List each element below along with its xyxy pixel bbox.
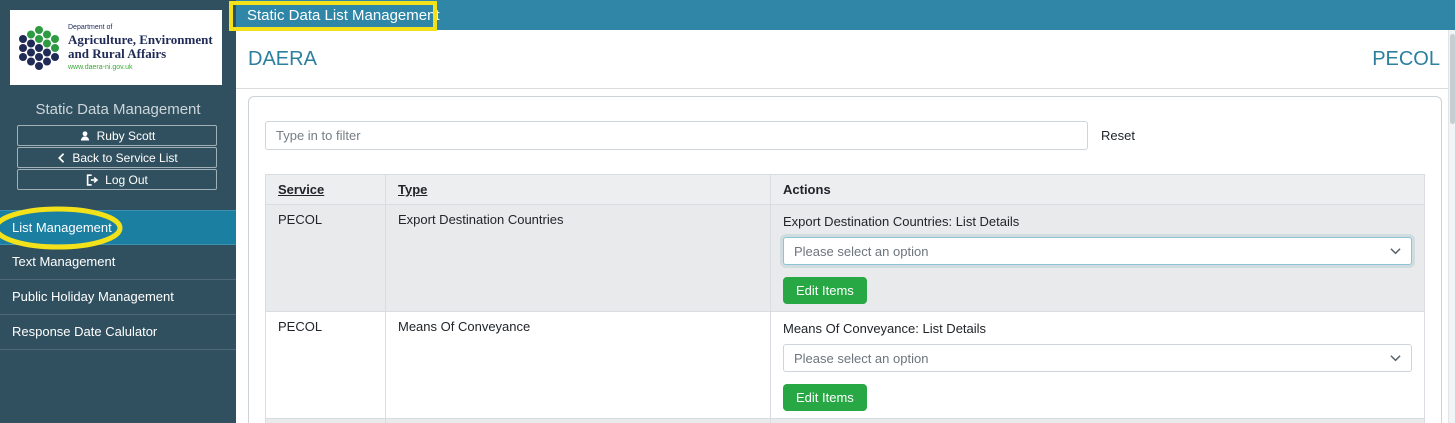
content-area: Reset Service Type Actions PECOL Export … xyxy=(236,89,1455,423)
table-row: PECOL Means Of Conveyance Means Of Conve… xyxy=(265,311,1425,419)
user-button-label: Ruby Scott xyxy=(96,128,156,143)
table-row: PECOL Export Destination Countries Expor… xyxy=(265,204,1425,312)
back-button-label: Back to Service List xyxy=(72,150,178,165)
scrollbar-thumb[interactable] xyxy=(1450,34,1455,124)
daera-logo: Department of Agriculture, Environment a… xyxy=(10,10,222,85)
type-cell: Export Destination Countries xyxy=(385,204,771,312)
service-cell: PECOL xyxy=(265,204,386,312)
logo-url: www.daera-ni.gov.uk xyxy=(68,63,133,71)
reset-button[interactable]: Reset xyxy=(1101,128,1135,143)
logo-name-line1: Agriculture, Environment xyxy=(68,32,213,48)
daera-dots-logo-icon xyxy=(19,25,59,70)
topbar: Static Data List Management xyxy=(236,0,1455,30)
table-header-row: Service Type Actions xyxy=(265,174,1425,205)
filter-input[interactable] xyxy=(265,121,1088,150)
sidebar-item-list-management[interactable]: List Management xyxy=(0,210,236,245)
sidebar-item-public-holiday-management[interactable]: Public Holiday Management xyxy=(0,280,236,315)
chevron-down-icon xyxy=(1390,248,1401,255)
logout-button-label: Log Out xyxy=(105,172,148,187)
brand-daera[interactable]: DAERA xyxy=(248,48,317,71)
service-name: PECOL xyxy=(1372,47,1440,70)
sidebar-title: Static Data Management xyxy=(35,101,201,118)
logo-name-line2: and Rural Affairs xyxy=(68,46,167,61)
static-data-list-table: Service Type Actions PECOL Export Destin… xyxy=(265,174,1425,423)
user-button[interactable]: Ruby Scott xyxy=(17,125,217,146)
logo-department-of: Department of xyxy=(68,24,113,32)
column-header-actions: Actions xyxy=(783,182,831,197)
list-details-select[interactable]: Please select an option xyxy=(783,344,1412,372)
sidebar-item-response-date-calulator[interactable]: Response Date Calulator xyxy=(0,315,236,350)
list-details-label: Export Destination Countries: List Detai… xyxy=(783,214,1020,229)
user-icon xyxy=(80,130,89,140)
vertical-scrollbar[interactable] xyxy=(1448,30,1455,423)
list-management-card: Reset Service Type Actions PECOL Export … xyxy=(248,96,1442,423)
edit-items-button[interactable]: Edit Items xyxy=(783,384,867,411)
service-cell: PECOL xyxy=(265,311,386,419)
column-header-service[interactable]: Service xyxy=(278,182,324,197)
edit-items-button[interactable]: Edit Items xyxy=(783,277,867,304)
table-row-partial xyxy=(265,418,1425,423)
sidebar-menu: List Management Text Management Public H… xyxy=(0,210,236,350)
sidebar-item-text-management[interactable]: Text Management xyxy=(0,245,236,280)
page-header: DAERA PECOL xyxy=(236,30,1455,89)
list-details-select[interactable]: Please select an option xyxy=(783,237,1412,265)
page-title: Static Data List Management xyxy=(247,6,440,24)
select-value: Please select an option xyxy=(794,350,929,366)
logout-icon xyxy=(86,173,99,186)
type-cell: Means Of Conveyance xyxy=(385,311,771,419)
sidebar: Department of Agriculture, Environment a… xyxy=(0,0,236,423)
log-out-button[interactable]: Log Out xyxy=(17,169,217,190)
back-to-service-list-button[interactable]: Back to Service List xyxy=(17,147,217,168)
select-value: Please select an option xyxy=(794,243,929,259)
chevron-left-icon xyxy=(58,152,65,163)
list-details-label: Means Of Conveyance: List Details xyxy=(783,321,987,336)
column-header-type[interactable]: Type xyxy=(398,182,427,197)
chevron-down-icon xyxy=(1390,355,1401,362)
